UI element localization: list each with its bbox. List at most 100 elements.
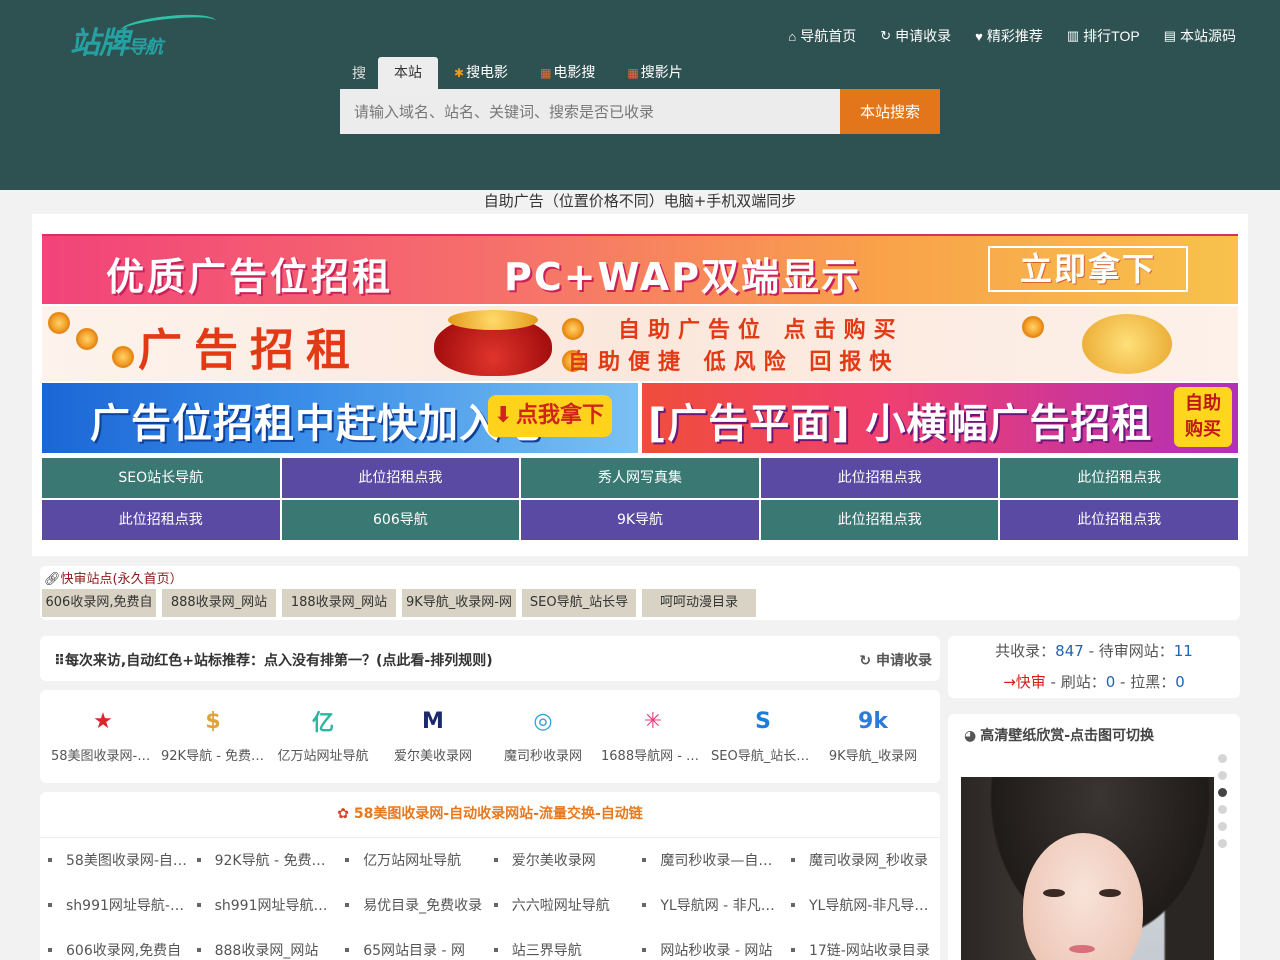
bullet-icon — [493, 902, 498, 907]
list-item[interactable]: 17链-网站收录目录 — [790, 932, 940, 960]
wallpaper-image[interactable] — [961, 777, 1214, 960]
carousel-dot[interactable] — [1218, 788, 1227, 797]
quick-site-tag[interactable]: 呵呵动漫目录 — [642, 589, 756, 617]
list-item[interactable]: 魔司收录网_秒收录 — [790, 842, 940, 887]
stats-total-row: 共收录：847 - 待审网站：11 — [995, 642, 1193, 660]
carousel-dot[interactable] — [1218, 839, 1227, 848]
banner3-cta[interactable]: 点我拿下 — [488, 395, 612, 437]
search-tab-movie[interactable]: ✱ 搜电影 — [438, 57, 524, 89]
nav-item-1[interactable]: ↻ 申请收录 — [880, 26, 951, 46]
quick-site-tag[interactable]: 606收录网,免费自 — [42, 589, 156, 617]
quick-site-tag[interactable]: 9K导航_收录网-网 — [402, 589, 516, 617]
list-item[interactable]: 爱尔美收录网 — [493, 842, 643, 887]
nav-item-2[interactable]: ♥ 精彩推荐 — [975, 26, 1043, 46]
featured-site[interactable]: S SEO导航_站长导航 — [708, 690, 818, 783]
search-button[interactable]: 本站搜索 — [840, 89, 940, 134]
list-item-label: YL导航网-非凡导航网 — [808, 898, 940, 914]
carousel-dots — [1218, 754, 1227, 848]
star-icon: ✱ — [454, 66, 465, 80]
ad-link-cell[interactable]: 此位招租点我 — [760, 500, 999, 540]
list-item[interactable]: 魔司秒收录—自动秒收录 — [642, 842, 791, 887]
ad-link-cell[interactable]: 606导航 — [281, 500, 520, 540]
banner-cta[interactable]: 立即拿下 — [988, 246, 1188, 292]
ad-link-cell[interactable]: 此位招租点我 — [760, 458, 999, 498]
list-item-label: 魔司收录网_秒收录 — [808, 853, 928, 869]
quick-site-tag[interactable]: 188收录网_网站 — [282, 589, 396, 617]
featured-site[interactable]: ★ 58美图收录网-自动收录网站 — [48, 690, 158, 783]
bullet-icon — [642, 857, 647, 862]
link-icon: 🔗︎ — [44, 572, 61, 587]
portrait-eye — [1099, 889, 1121, 897]
list-item[interactable]: 易优目录_免费收录 — [345, 887, 494, 932]
ad-link-cell[interactable]: 此位招租点我 — [281, 458, 520, 498]
film-icon: ▦ — [540, 66, 552, 80]
featured-site[interactable]: $92K导航 - 免费收录网站 — [158, 690, 268, 783]
quick-site-tag[interactable]: SEO导航_站长导 — [522, 589, 636, 617]
ad-banner-join[interactable]: 广告位招租中赶快加入吧 点我拿下 — [42, 383, 638, 453]
list-item[interactable]: 65网站目录 - 网 — [345, 932, 494, 960]
stats-panel: 共收录：847 - 待审网站：11 →快审 - 刷站：0 - 拉黑：0 — [948, 636, 1240, 698]
ad-banner-pc-wap[interactable]: 优质广告位招租 PC+WAP双端显示 立即拿下 — [42, 234, 1238, 304]
list-item[interactable]: sh991网址导航目录 — [196, 887, 346, 932]
featured-site[interactable]: 亿亿万站网址导航 — [268, 690, 378, 783]
list-item[interactable]: YL导航网-非凡导航网 — [790, 887, 940, 932]
portrait-lips — [1069, 945, 1095, 953]
top-nav: ⌂ 导航首页 ↻ 申请收录 ♥ 精彩推荐 ▥ 排行TOP ▤ 本站源码 — [788, 26, 1236, 46]
list-item[interactable]: 58美图收录网-自动收录网站 — [48, 842, 197, 887]
search-tab-site[interactable]: 本站 — [378, 57, 438, 89]
ad-banner-self-service[interactable]: 广告招租 自助广告位 点击购买 自助便捷 低风险 回报快 — [42, 306, 1238, 381]
list-item-label: 易优目录_免费收录 — [363, 898, 483, 914]
carousel-dot[interactable] — [1218, 771, 1227, 780]
fast-review-link[interactable]: →快审 — [1003, 673, 1046, 691]
site-logo[interactable]: 站牌导航 — [70, 11, 220, 61]
ad-link-cell[interactable]: 此位招租点我 — [1000, 458, 1238, 498]
featured-site-name: 魔司秒收录网 — [503, 749, 582, 764]
quick-sites-tags: 606收录网,免费自 888收录网_网站 188收录网_网站 9K导航_收录网-网 SE… — [42, 589, 756, 617]
ad-link-cell[interactable]: 此位招租点我 — [42, 500, 280, 540]
apply-listing-link[interactable]: ↻ 申请收录 — [859, 650, 932, 670]
ad-link-cell[interactable]: 秀人网写真集 — [521, 458, 759, 498]
carousel-dot[interactable] — [1218, 754, 1227, 763]
nav-item-label: 本站源码 — [1180, 28, 1236, 44]
featured-site[interactable]: ◎ 魔司秒收录网 — [488, 690, 598, 783]
list-item[interactable]: 888收录网_网站 — [196, 932, 346, 960]
featured-site[interactable]: 9k 9K导航_收录网 — [818, 690, 928, 783]
featured-site[interactable]: ✳ 1688导航网 - 网站收录 — [598, 690, 708, 783]
featured-site[interactable]: M 爱尔美收录网 — [378, 690, 488, 783]
quick-site-tag[interactable]: 888收录网_网站 — [162, 589, 276, 617]
notice-text[interactable]: ⠿每次来访,自动红色+站标推荐：点入没有排第一？(点此看-排列规则) — [54, 650, 493, 670]
list-item[interactable]: 606收录网,免费自 — [48, 932, 197, 960]
list-item[interactable]: sh991网址导航-网站 — [48, 887, 197, 932]
bullet-icon — [790, 857, 795, 862]
search-tab-video[interactable]: ▦ 搜影片 — [611, 57, 698, 89]
list-item-label: sh991网址导航目录 — [214, 898, 342, 914]
quick-sites-title: 🔗︎快审站点(永久首页） — [44, 572, 183, 587]
list-item[interactable]: 亿万站网址导航 — [345, 842, 494, 887]
site-list-title[interactable]: ✿ 58美图收录网-自动收录网站-流量交换-自动链 — [40, 792, 940, 838]
coin-icon — [76, 328, 98, 350]
banner-big-text: 广告招租 — [138, 325, 362, 376]
ad-link-cell[interactable]: 9K导航 — [521, 500, 759, 540]
ad-link-cell[interactable]: SEO站长导航 — [42, 458, 280, 498]
nav-item-3[interactable]: ▥ 排行TOP — [1067, 26, 1140, 46]
nav-item-0[interactable]: ⌂ 导航首页 — [788, 26, 856, 46]
search-input[interactable] — [340, 89, 840, 134]
ad-banner-small-strip[interactable]: [广告平面] 小横幅广告招租 自助 购买 — [642, 383, 1238, 453]
list-item[interactable]: 站三界导航 — [493, 932, 643, 960]
wallpaper-panel: ◕ 高清壁纸欣赏-点击图可切换 — [948, 714, 1240, 960]
featured-site-name: 1688导航网 - 网站收录 — [601, 749, 705, 764]
bullet-icon — [493, 947, 498, 952]
carousel-dot[interactable] — [1218, 805, 1227, 814]
home-icon: ⌂ — [788, 28, 797, 44]
featured-site-name: 58美图收录网-自动收录网站 — [51, 749, 155, 764]
banner4-badge[interactable]: 自助 购买 — [1174, 387, 1232, 447]
list-item[interactable]: 六六啦网址导航 — [493, 887, 643, 932]
search-tab-film-search[interactable]: ▦ 电影搜 — [524, 57, 611, 89]
list-item[interactable]: 网站秒收录 - 网站 — [642, 932, 791, 960]
ad-link-cell[interactable]: 此位招租点我 — [1000, 500, 1238, 540]
banner-line-2: 自助便捷 低风险 回报快 — [568, 350, 900, 375]
list-item[interactable]: 92K导航 - 免费收录网站 — [196, 842, 345, 887]
nav-item-4[interactable]: ▤ 本站源码 — [1164, 26, 1236, 46]
carousel-dot[interactable] — [1218, 822, 1227, 831]
list-item[interactable]: YL导航网 - 非凡导航 — [642, 887, 791, 932]
